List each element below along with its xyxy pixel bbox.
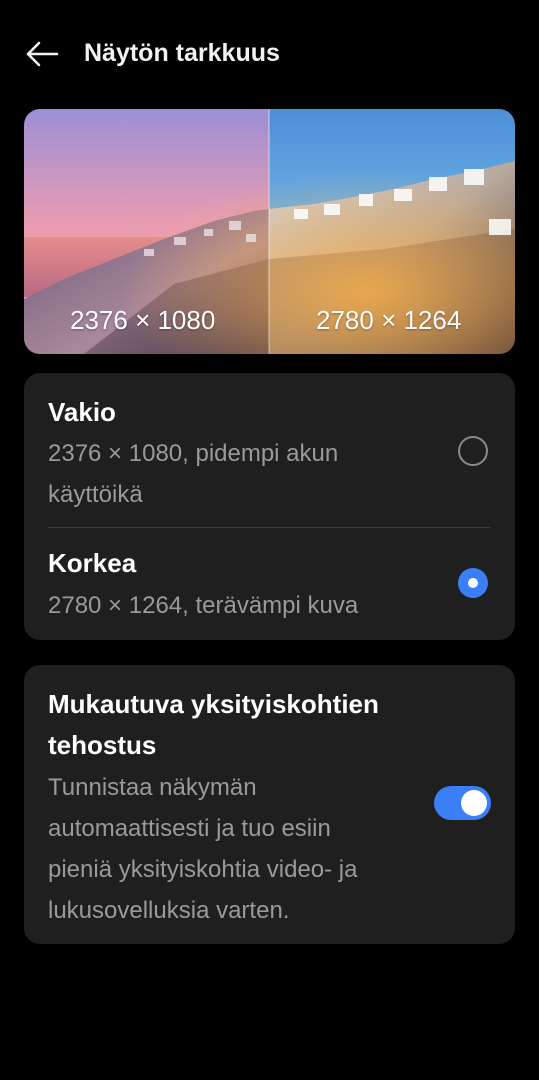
option-standard-description-line2: käyttöikä: [48, 481, 143, 508]
detail-enhancement-description-line1: Tunnistaa näkymän: [48, 774, 257, 801]
detail-enhancement-description-line2: automaattisesti ja tuo esiin: [48, 815, 331, 842]
preview-label-high: 2780 × 1264: [316, 305, 462, 335]
option-high-description: 2780 × 1264, terävämpi kuva: [48, 592, 359, 619]
detail-enhancement-toggle[interactable]: [434, 786, 491, 820]
detail-enhancement-title-line2: tehostus: [48, 730, 157, 760]
option-standard-radio[interactable]: [458, 436, 488, 466]
detail-enhancement-card[interactable]: Mukautuva yksityiskohtien tehostus Tunni…: [24, 665, 515, 944]
option-standard-title: Vakio: [48, 397, 116, 427]
page-title: Näytön tarkkuus: [84, 39, 280, 67]
option-high-title: Korkea: [48, 548, 137, 578]
detail-enhancement-description-line3: pieniä yksityiskohtia video- ja: [48, 856, 358, 883]
back-button[interactable]: [22, 34, 62, 74]
detail-enhancement-description-line4: lukusovelluksia varten.: [48, 897, 290, 924]
toggle-knob: [461, 790, 487, 816]
resolution-options-card: Vakio 2376 × 1080, pidempi akun käyttöik…: [24, 373, 515, 640]
app-bar: Näytön tarkkuus: [0, 0, 539, 106]
preview-label-standard: 2376 × 1080: [70, 305, 216, 335]
back-arrow-icon: [26, 41, 59, 67]
resolution-preview-image: 2376 × 1080 2780 × 1264: [24, 109, 515, 354]
option-high-radio[interactable]: [458, 568, 488, 598]
divider: [48, 527, 491, 528]
option-standard-description-line1: 2376 × 1080, pidempi akun: [48, 440, 339, 467]
detail-enhancement-title-line1: Mukautuva yksityiskohtien: [48, 689, 379, 719]
